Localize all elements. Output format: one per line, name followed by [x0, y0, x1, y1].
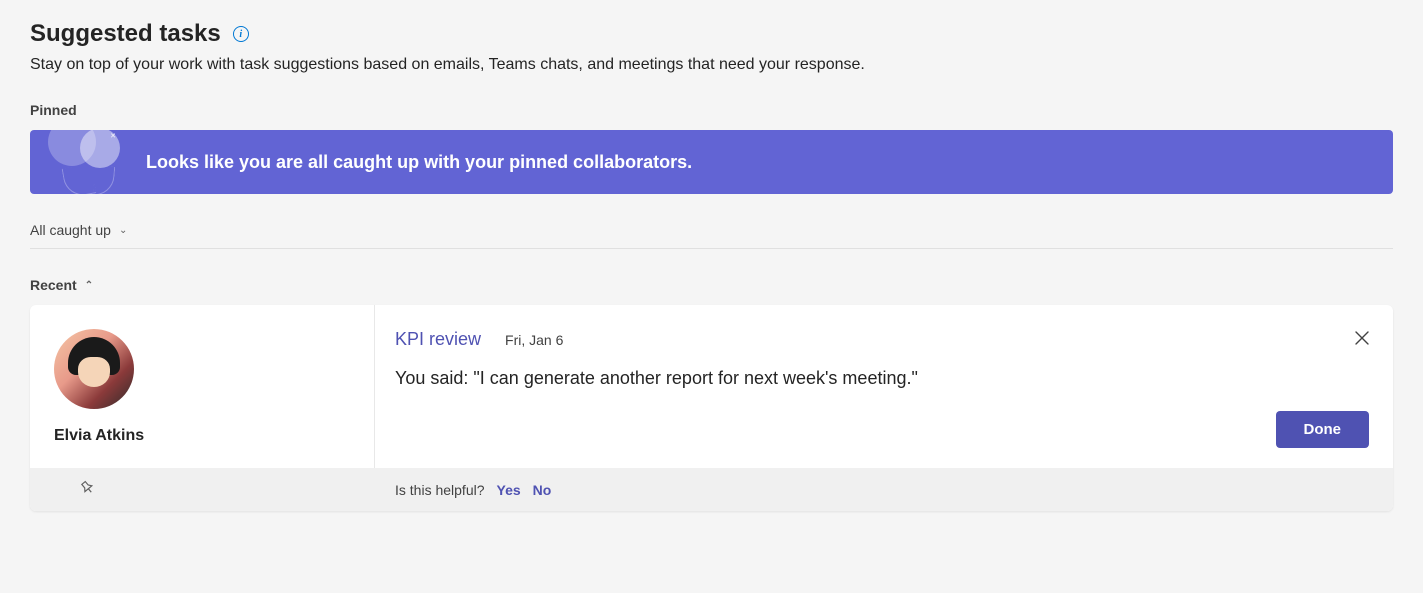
pinned-section-header: Pinned: [30, 102, 1393, 118]
person-name: Elvia Atkins: [54, 427, 350, 445]
task-card-footer: Is this helpful? Yes No: [30, 468, 1393, 511]
close-icon: [1355, 331, 1369, 345]
avatar[interactable]: [54, 329, 134, 409]
feedback-row: Is this helpful? Yes No: [395, 482, 551, 498]
page-subtitle: Stay on top of your work with task sugge…: [30, 56, 1393, 74]
recent-label: Recent: [30, 277, 77, 293]
banner-text: Looks like you are all caught up with yo…: [146, 152, 692, 173]
task-body: You said: "I can generate another report…: [395, 368, 1369, 389]
info-icon[interactable]: i: [233, 26, 249, 42]
pinned-label: Pinned: [30, 102, 77, 118]
feedback-no[interactable]: No: [533, 482, 552, 498]
all-caught-up-label: All caught up: [30, 222, 111, 238]
task-person-column: Elvia Atkins: [30, 305, 375, 468]
caught-up-banner: Looks like you are all caught up with yo…: [30, 130, 1393, 194]
recent-section-header[interactable]: Recent ⌃: [30, 277, 1393, 293]
chevron-down-icon: ⌄: [119, 225, 127, 236]
pin-icon[interactable]: [75, 475, 104, 504]
done-button[interactable]: Done: [1276, 411, 1370, 448]
feedback-yes[interactable]: Yes: [497, 482, 521, 498]
task-content-column: KPI review Fri, Jan 6 You said: "I can g…: [375, 305, 1393, 468]
task-title-link[interactable]: KPI review: [395, 329, 481, 350]
suggested-task-card: Elvia Atkins KPI review Fri, Jan 6 You s…: [30, 305, 1393, 511]
task-date: Fri, Jan 6: [505, 332, 563, 348]
dismiss-task-button[interactable]: [1351, 325, 1373, 354]
feedback-question: Is this helpful?: [395, 482, 485, 498]
balloon-illustration: [48, 130, 128, 194]
page-title: Suggested tasks: [30, 20, 221, 48]
all-caught-up-toggle[interactable]: All caught up ⌄: [30, 222, 1393, 249]
chevron-up-icon: ⌃: [85, 280, 93, 291]
page-header: Suggested tasks i: [30, 20, 1393, 48]
